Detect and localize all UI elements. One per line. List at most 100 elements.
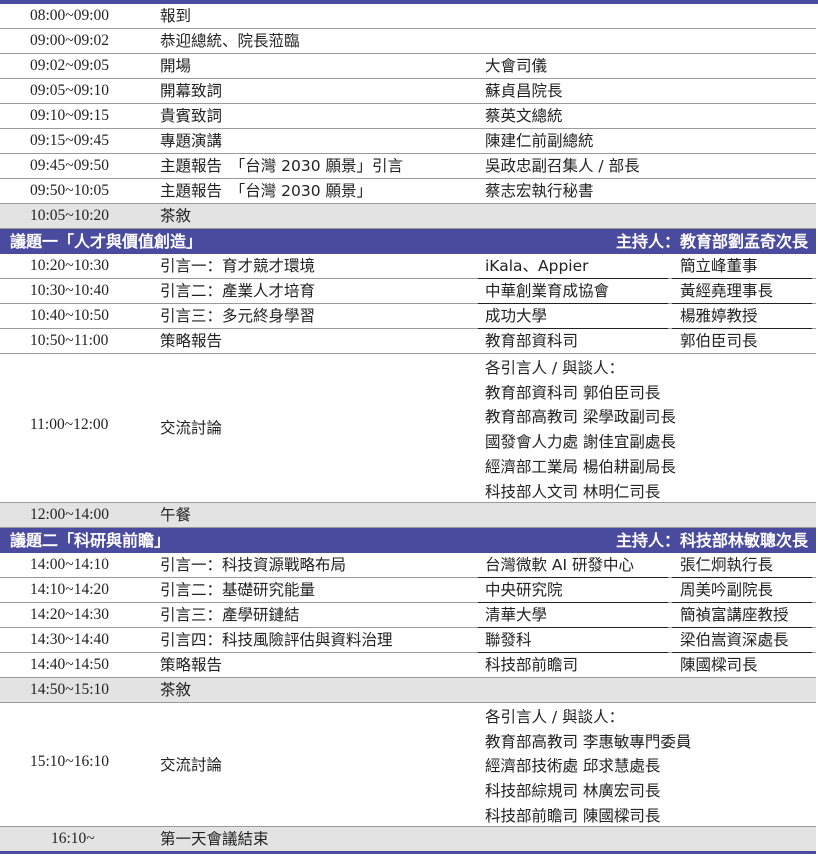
panelist-list: 各引言人 / 與談人： 教育部高教司 李惠敏專門委員 經濟部技術處 邱求慧處長 …	[485, 705, 691, 829]
time-cell: 10:40~10:50	[30, 307, 109, 324]
speaker-cell: 陳國樑司長	[680, 656, 758, 674]
section-header-talent: 議題一「人才與價值創造」 主持人：教育部劉孟奇次長	[0, 229, 816, 254]
agenda-row-break: 14:50~15:10 茶敘	[0, 678, 816, 703]
speaker-cell: 周美吟副院長	[680, 581, 774, 599]
agenda-row-discussion: 11:00~12:00 交流討論 各引言人 / 與談人： 教育部資科司 郭伯臣司…	[0, 354, 816, 503]
agenda-row: 14:30~14:40 引言四：科技風險評估與資料治理 聯發科 梁伯嵩資深處長	[0, 628, 816, 653]
time-cell: 14:30~14:40	[30, 631, 109, 648]
time-cell: 09:15~09:45	[30, 132, 109, 149]
agenda-row: 14:00~14:10 引言一：科技資源戰略布局 台灣微軟 AI 研發中心 張仁炯執行…	[0, 553, 816, 578]
organization-cell: iKala、Appier	[485, 257, 589, 275]
panelist-line: 經濟部工業局 楊伯耕副局長	[485, 457, 676, 476]
agenda-row-lunch: 12:00~14:00 午餐	[0, 503, 816, 528]
item-cell: 策略報告	[160, 656, 223, 674]
time-cell: 09:50~10:05	[30, 182, 109, 199]
item-cell: 引言三：多元終身學習	[160, 307, 316, 325]
speaker-cell: 郭伯臣司長	[680, 332, 758, 350]
item-cell: 引言一：科技資源戰略布局	[160, 556, 347, 574]
agenda-block-talent: 10:20~10:30 引言一：育才競才環境 iKala、Appier 簡立峰董事 1…	[0, 254, 818, 528]
agenda-row-break: 10:05~10:20 茶敘	[0, 204, 816, 229]
organization-cell: 成功大學	[485, 307, 548, 325]
section-title: 議題一「人才與價值創造」	[10, 232, 203, 251]
time-cell: 10:50~11:00	[30, 332, 109, 349]
agenda-block-research: 14:00~14:10 引言一：科技資源戰略布局 台灣微軟 AI 研發中心 張仁炯執行…	[0, 553, 818, 854]
panelist-line: 各引言人 / 與談人：	[485, 359, 625, 377]
agenda-row: 14:10~14:20 引言二：基礎研究能量 中央研究院 周美吟副院長	[0, 578, 816, 603]
section-title: 議題二「科研與前瞻」	[10, 531, 171, 550]
time-cell: 08:00~09:00	[30, 7, 109, 24]
item-cell: 第一天會議結束	[160, 830, 269, 848]
panelist-line: 科技部人文司 林明仁司長	[485, 482, 661, 501]
time-cell: 14:10~14:20	[30, 581, 109, 598]
item-cell: 引言一：育才競才環境	[160, 257, 316, 275]
agenda-row: 10:20~10:30 引言一：育才競才環境 iKala、Appier 簡立峰董事	[0, 254, 816, 279]
time-cell: 10:20~10:30	[30, 257, 109, 274]
time-cell: 14:00~14:10	[30, 556, 109, 573]
agenda-row: 09:05~09:10 開幕致詞 蘇貞昌院長	[0, 79, 816, 104]
panelist-line: 國發會人力處 謝佳宜副處長	[485, 433, 676, 452]
time-cell: 11:00~12:00	[30, 416, 109, 433]
time-cell: 09:02~09:05	[30, 57, 109, 74]
time-cell: 14:40~14:50	[30, 656, 109, 673]
item-cell: 開幕致詞	[160, 82, 223, 100]
time-cell: 15:10~16:10	[30, 753, 109, 770]
item-cell: 引言四：科技風險評估與資料治理	[160, 631, 393, 649]
time-cell: 12:00~14:00	[30, 506, 109, 523]
item-cell: 報到	[160, 7, 192, 25]
agenda-row: 09:45~09:50 主題報告 「台灣 2030 願景」引言 吳政忠副召集人 / …	[0, 154, 816, 179]
item-cell: 午餐	[160, 506, 192, 524]
item-cell: 交流討論	[160, 419, 223, 437]
item-cell: 策略報告	[160, 332, 223, 350]
section-host: 主持人：教育部劉孟奇次長	[615, 232, 808, 251]
agenda-row: 14:40~14:50 策略報告 科技部前瞻司 陳國樑司長	[0, 653, 816, 678]
panelist-line: 教育部高教司 梁學政副司長	[485, 408, 676, 427]
speaker-cell: 吳政忠副召集人 / 部長	[485, 157, 640, 175]
time-cell: 14:20~14:30	[30, 606, 109, 623]
time-cell: 14:50~15:10	[30, 681, 109, 698]
organization-cell: 中央研究院	[485, 581, 563, 599]
item-cell: 開場	[160, 57, 192, 75]
organization-cell: 科技部前瞻司	[485, 656, 579, 674]
item-cell: 茶敘	[160, 681, 192, 699]
agenda-row: 08:00~09:00 報到	[0, 4, 816, 29]
speaker-cell: 黃經堯理事長	[680, 282, 774, 300]
speaker-cell: 簡禎富講座教授	[680, 606, 789, 624]
item-cell: 交流討論	[160, 756, 223, 774]
agenda-row: 10:50~11:00 策略報告 教育部資科司 郭伯臣司長	[0, 329, 816, 354]
speaker-cell: 陳建仁前副總統	[485, 132, 594, 150]
panelist-line: 各引言人 / 與談人：	[485, 708, 625, 726]
item-cell: 主題報告 「台灣 2030 願景」	[160, 182, 373, 200]
item-cell: 引言二：產業人才培育	[160, 282, 316, 300]
organization-cell: 教育部資科司	[485, 332, 579, 350]
speaker-cell: 簡立峰董事	[680, 257, 758, 275]
agenda-row: 09:50~10:05 主題報告 「台灣 2030 願景」 蔡志宏執行秘書	[0, 179, 816, 204]
item-cell: 引言二：基礎研究能量	[160, 581, 316, 599]
item-cell: 恭迎總統、院長蒞臨	[160, 32, 300, 50]
item-cell: 引言三：產學研鏈結	[160, 606, 300, 624]
time-cell: 09:45~09:50	[30, 157, 109, 174]
time-cell: 09:10~09:15	[30, 107, 109, 124]
agenda-row: 09:10~09:15 貴賓致詞 蔡英文總統	[0, 104, 816, 129]
organization-cell: 清華大學	[485, 606, 548, 624]
panelist-list: 各引言人 / 與談人： 教育部資科司 郭伯臣司長 教育部高教司 梁學政副司長 國…	[485, 356, 676, 504]
item-cell: 茶敘	[160, 207, 192, 225]
time-cell: 10:30~10:40	[30, 282, 109, 299]
agenda-row-discussion: 15:10~16:10 交流討論 各引言人 / 與談人： 教育部高教司 李惠敏專…	[0, 703, 816, 827]
agenda-row: 14:20~14:30 引言三：產學研鏈結 清華大學 簡禎富講座教授	[0, 603, 816, 628]
organization-cell: 台灣微軟 AI 研發中心	[485, 556, 635, 574]
section-host: 主持人：科技部林敏聰次長	[615, 531, 808, 550]
time-cell: 09:05~09:10	[30, 82, 109, 99]
speaker-cell: 蘇貞昌院長	[485, 82, 563, 100]
agenda-table: 08:00~09:00 報到 09:00~09:02 恭迎總統、院長蒞臨 09:02…	[0, 0, 818, 860]
panelist-line: 教育部資科司 郭伯臣司長	[485, 383, 661, 402]
speaker-cell: 梁伯嵩資深處長	[680, 631, 789, 649]
section-header-research: 議題二「科研與前瞻」 主持人：科技部林敏聰次長	[0, 528, 816, 553]
panelist-line: 經濟部技術處 邱求慧處長	[485, 757, 661, 776]
panelist-line: 科技部綜規司 林廣宏司長	[485, 782, 661, 801]
agenda-block-morning: 08:00~09:00 報到 09:00~09:02 恭迎總統、院長蒞臨 09:02…	[0, 4, 818, 229]
agenda-row: 10:40~10:50 引言三：多元終身學習 成功大學 楊雅婷教授	[0, 304, 816, 329]
agenda-row: 09:02~09:05 開場 大會司儀	[0, 54, 816, 79]
item-cell: 主題報告 「台灣 2030 願景」引言	[160, 157, 404, 175]
speaker-cell: 蔡志宏執行秘書	[485, 182, 594, 200]
panelist-line: 科技部前瞻司 陳國樑司長	[485, 806, 661, 825]
